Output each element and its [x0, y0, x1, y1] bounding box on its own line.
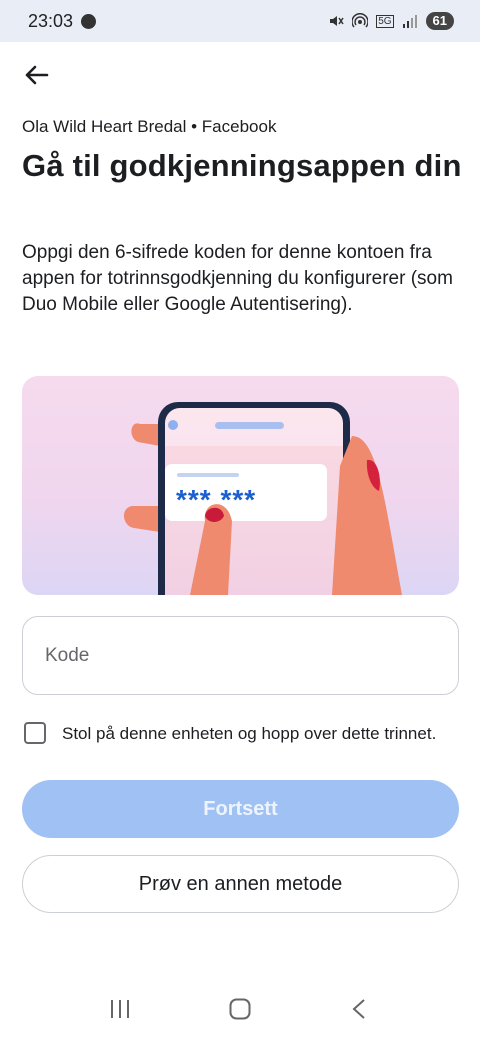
- mute-icon: [328, 13, 344, 29]
- status-right: 5G 61: [328, 12, 454, 30]
- recent-apps-icon: [111, 1000, 129, 1018]
- arrow-left-icon: [25, 65, 49, 85]
- page-description: Oppgi den 6-sifrede koden for denne kont…: [22, 242, 453, 315]
- signal-icon: [402, 14, 418, 28]
- trust-device-row[interactable]: Stol på denne enheten og hopp over dette…: [24, 722, 444, 745]
- network-type-icon: 5G: [376, 14, 394, 28]
- status-time: 23:03: [28, 10, 74, 31]
- continue-button[interactable]: Fortsett: [22, 780, 459, 838]
- code-input[interactable]: [43, 643, 438, 668]
- recent-apps-button[interactable]: [100, 989, 140, 1029]
- battery-indicator: 61: [425, 12, 454, 30]
- nav-back-button[interactable]: [340, 989, 380, 1029]
- code-field[interactable]: [22, 616, 459, 695]
- home-icon: [229, 998, 251, 1020]
- trust-device-label: Stol på denne enheten og hopp over dette…: [62, 724, 437, 743]
- notification-dot-icon: [81, 13, 97, 29]
- status-bar: 23:03 5G 61: [0, 0, 480, 42]
- page-title: Gå til godkjenningsappen din: [22, 148, 462, 183]
- back-button[interactable]: [18, 60, 54, 90]
- account-label: Ola Wild Heart Bredal • Facebook: [22, 117, 277, 136]
- authenticator-illustration: *** ***: [22, 376, 459, 595]
- trust-device-checkbox[interactable]: [24, 722, 46, 744]
- status-left: 23:03: [28, 10, 97, 32]
- phone-code-illustration: *** ***: [123, 402, 402, 595]
- back-nav-icon: [352, 999, 365, 1019]
- home-button[interactable]: [220, 989, 260, 1029]
- hotspot-icon: [352, 13, 369, 29]
- try-other-method-button[interactable]: Prøv en annen metode: [22, 855, 459, 913]
- system-nav-bar: [0, 978, 480, 1040]
